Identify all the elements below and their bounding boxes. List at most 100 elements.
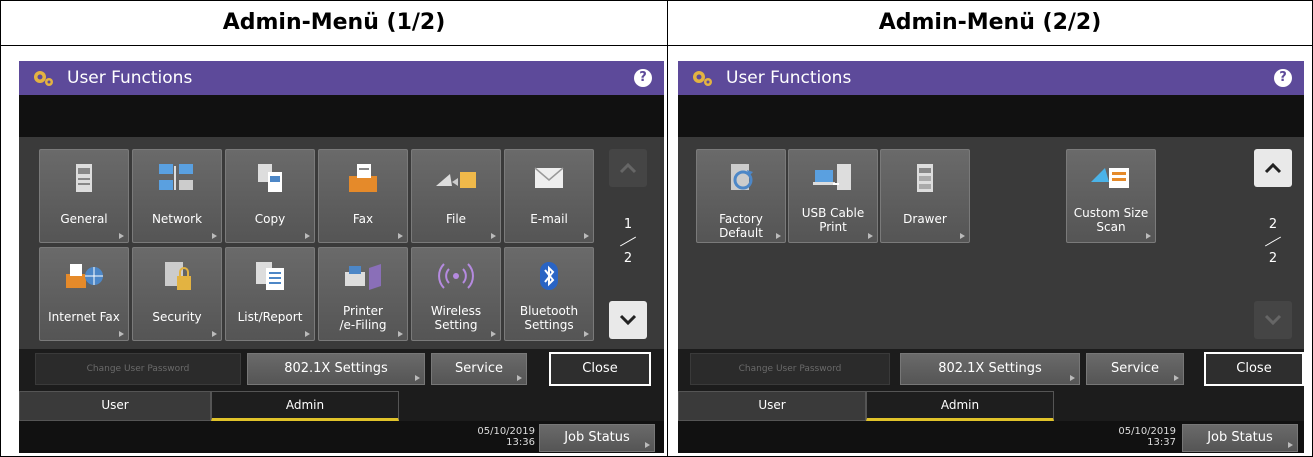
- tile-label: Network: [151, 212, 203, 226]
- email-button[interactable]: E-mail: [504, 149, 594, 243]
- gear-icon: [693, 71, 712, 86]
- page-up-button[interactable]: [609, 149, 647, 187]
- page-down-button[interactable]: [1254, 301, 1292, 339]
- custom-size-scan-button[interactable]: Custom Size Scan: [1066, 149, 1156, 243]
- factory-default-button[interactable]: Factory Default: [696, 149, 786, 243]
- job-status-label: Job Status: [564, 430, 630, 445]
- factory-default-icon: [731, 164, 753, 190]
- wireless-setting-button[interactable]: Wireless Setting: [411, 247, 501, 341]
- gear-icon: [34, 71, 53, 86]
- dot1x-label: 802.1X Settings: [938, 361, 1042, 376]
- status-bar: 05/10/2019 13:37 Job Status: [678, 421, 1304, 453]
- drawer-button[interactable]: Drawer: [880, 149, 970, 243]
- tile-label: Wireless Setting: [430, 304, 482, 332]
- page-number: 1: [623, 217, 633, 232]
- tile-label: Printer /e-Filing: [339, 304, 387, 332]
- mode-tabs: User Admin: [678, 391, 1304, 421]
- page-total: 2: [623, 251, 633, 266]
- tile-label: Bluetooth Settings: [519, 304, 579, 332]
- tab-admin[interactable]: Admin: [866, 391, 1054, 421]
- network-icon: [159, 164, 193, 190]
- chevron-up-icon: [619, 162, 637, 174]
- dot1x-settings-button[interactable]: 802.1X Settings: [900, 353, 1080, 385]
- page-down-button[interactable]: [609, 301, 647, 339]
- file-icon: [436, 172, 476, 188]
- general-icon: [76, 164, 92, 192]
- service-button[interactable]: Service: [431, 353, 527, 385]
- tab-user[interactable]: User: [678, 391, 866, 421]
- job-status-button[interactable]: Job Status: [539, 424, 655, 452]
- copy-button[interactable]: Copy: [225, 149, 315, 243]
- page-number: 2: [1268, 217, 1278, 232]
- fax-button[interactable]: Fax: [318, 149, 408, 243]
- chevron-up-icon: [1264, 162, 1282, 174]
- service-button[interactable]: Service: [1086, 353, 1184, 385]
- page-indicator: 1 2: [609, 217, 647, 267]
- right-column: Admin-Menü (2/2) User Functions ? Factor…: [668, 1, 1312, 456]
- message-area: [19, 95, 664, 137]
- tile-label: List/Report: [237, 310, 303, 324]
- general-button[interactable]: General: [39, 149, 129, 243]
- panel-heading: Admin-Menü (1/2): [1, 1, 667, 46]
- service-label: Service: [454, 361, 504, 376]
- left-column: Admin-Menü (1/2) User Functions ? Genera…: [1, 1, 668, 456]
- job-status-button[interactable]: Job Status: [1182, 424, 1298, 452]
- help-icon[interactable]: ?: [634, 69, 652, 87]
- list-report-button[interactable]: List/Report: [225, 247, 315, 341]
- network-button[interactable]: Network: [132, 149, 222, 243]
- bluetooth-settings-button[interactable]: Bluetooth Settings: [504, 247, 594, 341]
- tile-label: Internet Fax: [48, 310, 120, 324]
- change-password-button[interactable]: Change User Password: [35, 353, 241, 385]
- list-report-icon: [256, 262, 284, 290]
- screen-title: User Functions: [726, 68, 852, 88]
- device-screen: User Functions ? General Network Copy Fa…: [19, 61, 664, 453]
- status-bar: 05/10/2019 13:36 Job Status: [19, 421, 664, 453]
- comparison-table: Admin-Menü (1/2) User Functions ? Genera…: [0, 0, 1313, 457]
- custom-size-scan-icon: [1091, 168, 1129, 188]
- title-bar: User Functions ?: [678, 61, 1304, 95]
- usb-cable-print-button[interactable]: USB Cable Print: [788, 149, 878, 243]
- tab-admin[interactable]: Admin: [211, 391, 399, 421]
- internet-fax-icon: [66, 264, 103, 288]
- panel-heading: Admin-Menü (2/2): [668, 1, 1312, 46]
- tile-label: General: [60, 212, 108, 226]
- tile-label: USB Cable Print: [801, 206, 865, 234]
- chevron-down-icon: [619, 314, 637, 326]
- tile-label: Custom Size Scan: [1073, 206, 1149, 234]
- close-button[interactable]: Close: [549, 352, 651, 386]
- bluetooth-icon: [540, 262, 558, 290]
- tile-label: E-mail: [530, 212, 568, 226]
- tile-label: Copy: [254, 212, 286, 226]
- internet-fax-button[interactable]: Internet Fax: [39, 247, 129, 341]
- mode-tabs: User Admin: [19, 391, 664, 421]
- bottom-bar: Change User Password 802.1X Settings Ser…: [678, 349, 1304, 391]
- printer-efiling-icon: [345, 264, 381, 290]
- time: 13:36: [506, 437, 535, 448]
- page-up-button[interactable]: [1254, 149, 1292, 187]
- usb-cable-print-icon: [813, 164, 851, 190]
- function-panel: General Network Copy Fax File E-mail Int…: [19, 137, 664, 349]
- change-password-button[interactable]: Change User Password: [690, 353, 890, 385]
- tile-label: Factory Default: [719, 212, 763, 240]
- tile-label: Drawer: [903, 212, 947, 226]
- wireless-icon: [438, 263, 474, 289]
- tile-label: Security: [152, 310, 202, 324]
- drawer-icon: [917, 164, 933, 192]
- copy-icon: [258, 164, 282, 192]
- file-button[interactable]: File: [411, 149, 501, 243]
- device-screen: User Functions ? Factory Default USB Cab…: [678, 61, 1304, 453]
- security-button[interactable]: Security: [132, 247, 222, 341]
- job-status-label: Job Status: [1207, 430, 1273, 445]
- help-icon[interactable]: ?: [1274, 69, 1292, 87]
- page-total: 2: [1268, 251, 1278, 266]
- tile-label: File: [445, 212, 467, 226]
- printer-efiling-button[interactable]: Printer /e-Filing: [318, 247, 408, 341]
- dot1x-settings-button[interactable]: 802.1X Settings: [247, 353, 425, 385]
- bottom-bar: Change User Password 802.1X Settings Ser…: [19, 349, 664, 391]
- tab-user[interactable]: User: [19, 391, 211, 421]
- screen-title: User Functions: [67, 68, 193, 88]
- dot1x-label: 802.1X Settings: [284, 361, 388, 376]
- date: 05/10/2019: [1118, 426, 1176, 437]
- function-panel: Factory Default USB Cable Print Drawer C…: [678, 137, 1304, 349]
- close-button[interactable]: Close: [1204, 352, 1304, 386]
